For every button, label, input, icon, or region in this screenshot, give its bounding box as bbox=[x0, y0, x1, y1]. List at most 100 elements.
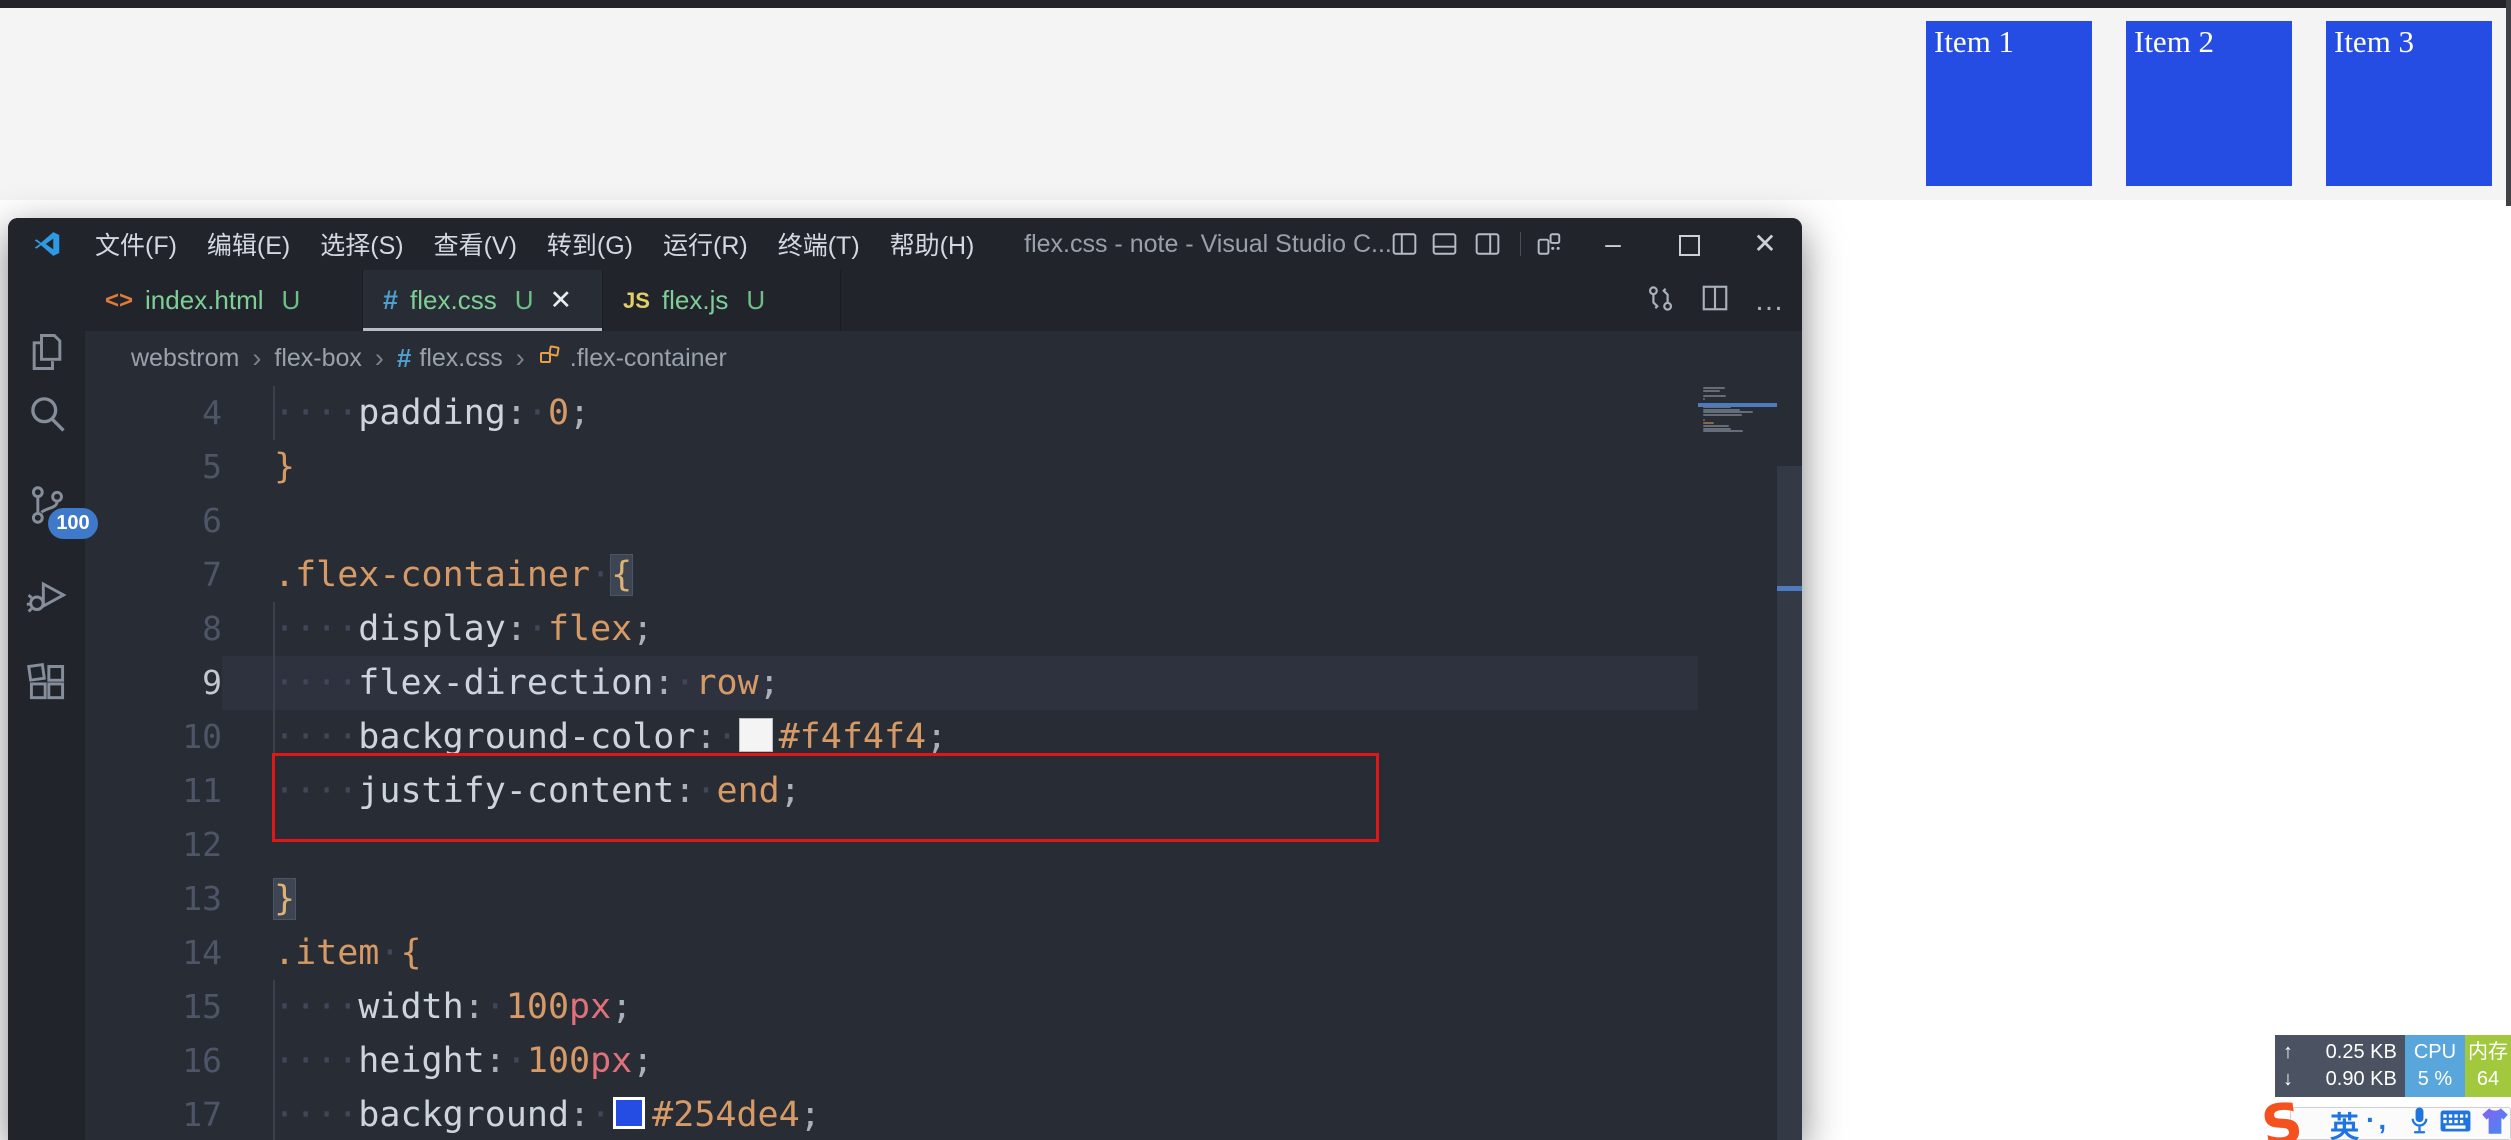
breadcrumb: webstrom › flex-box › # flex.css › .flex… bbox=[85, 331, 1802, 386]
line-text: ····height:·100px; bbox=[272, 1034, 654, 1088]
class-symbol-icon bbox=[538, 343, 562, 374]
tab-flex-js[interactable]: JS flex.js U bbox=[603, 270, 841, 331]
code-line-17[interactable]: 17 ····background:· #254de4; bbox=[85, 1088, 1698, 1140]
customize-layout-icon[interactable] bbox=[1536, 231, 1563, 257]
line-text: ····width:·100px; bbox=[272, 980, 632, 1034]
toggle-sidebar-icon[interactable] bbox=[1391, 231, 1418, 257]
flex-item-1: Item 1 bbox=[1926, 21, 2092, 186]
token: } bbox=[274, 447, 296, 487]
token: ; bbox=[632, 1041, 654, 1081]
breadcrumb-folder[interactable]: flex-box bbox=[274, 344, 362, 373]
token: row bbox=[695, 663, 759, 703]
flex-container-strip: Item 1 Item 2 Item 3 bbox=[0, 8, 2511, 200]
toggle-panel-icon[interactable] bbox=[1431, 231, 1458, 257]
search-icon[interactable] bbox=[25, 391, 69, 435]
minimap-line bbox=[1703, 422, 1714, 425]
titlebar-separator bbox=[1520, 232, 1521, 256]
menu-run[interactable]: 运行(R) bbox=[648, 226, 763, 262]
line-number: 17 bbox=[182, 1095, 222, 1134]
line-text: } bbox=[274, 440, 295, 494]
tab-bar: <> index.html U # flex.css U ✕ JS flex.j… bbox=[85, 270, 1802, 331]
overview-ruler-cursor-marker bbox=[1777, 586, 1802, 591]
token: · bbox=[590, 555, 612, 595]
menu-go[interactable]: 转到(G) bbox=[532, 226, 648, 262]
scm-changes-badge: 100 bbox=[48, 508, 98, 539]
line-number: 10 bbox=[182, 717, 222, 756]
open-changes-icon[interactable] bbox=[1645, 283, 1676, 319]
code-line-16[interactable]: 16 ····height:·100px; bbox=[85, 1034, 1698, 1088]
code-line-14[interactable]: 14 .item·{ bbox=[85, 926, 1698, 980]
ime-skin-icon[interactable] bbox=[2477, 1104, 2511, 1140]
flex-item-label: Item 1 bbox=[1934, 24, 2015, 59]
token: : bbox=[463, 987, 485, 1027]
more-actions-icon[interactable]: … bbox=[1754, 284, 1786, 318]
code-editor[interactable]: 4 ····padding:·0; 5} 6 7 .flex-container·{8 ··… bbox=[85, 386, 1802, 1140]
code-line-5[interactable]: 5} bbox=[85, 440, 1698, 494]
menu-help[interactable]: 帮助(H) bbox=[875, 226, 990, 262]
ime-language-toggle[interactable]: 英 bbox=[2330, 1104, 2359, 1140]
code-line-8[interactable]: 8 ····display:·flex; bbox=[85, 602, 1698, 656]
extensions-icon[interactable] bbox=[25, 661, 69, 705]
ime-punctuation-toggle[interactable]: ·, bbox=[2366, 1104, 2389, 1136]
tab-flex-css[interactable]: # flex.css U ✕ bbox=[363, 270, 603, 331]
menu-view[interactable]: 查看(V) bbox=[419, 226, 532, 262]
scrollbar[interactable] bbox=[1777, 386, 1802, 1140]
token: · bbox=[590, 1095, 612, 1135]
line-number: 15 bbox=[182, 987, 222, 1026]
code-line-15[interactable]: 15 ····width:·100px; bbox=[85, 980, 1698, 1034]
token: height bbox=[358, 1041, 485, 1081]
close-button[interactable]: ✕ bbox=[1740, 218, 1790, 270]
breadcrumb-separator: › bbox=[374, 343, 384, 373]
menu-edit[interactable]: 编辑(E) bbox=[192, 226, 305, 262]
token: ···· bbox=[274, 609, 359, 649]
menu-file[interactable]: 文件(F) bbox=[80, 226, 192, 262]
token: ···· bbox=[274, 393, 359, 433]
token: #f4f4f4 bbox=[778, 717, 927, 757]
line-text: ····display:·flex; bbox=[272, 602, 653, 656]
token: ···· bbox=[274, 1095, 359, 1135]
line-number: 5 bbox=[202, 447, 222, 486]
download-speed: 0.90 KB bbox=[2325, 1068, 2397, 1090]
code-line-6[interactable]: 6 bbox=[85, 494, 1698, 548]
line-number: 6 bbox=[202, 501, 222, 540]
token: padding bbox=[358, 393, 506, 433]
tab-index-html[interactable]: <> index.html U bbox=[85, 270, 363, 331]
upload-speed: 0.25 KB bbox=[2325, 1041, 2397, 1063]
minimap-line bbox=[1703, 408, 1741, 411]
menu-selection[interactable]: 选择(S) bbox=[305, 226, 418, 262]
toggle-secondary-sidebar-icon[interactable] bbox=[1474, 231, 1501, 257]
css-file-icon: # bbox=[396, 343, 412, 373]
breadcrumb-separator: › bbox=[515, 343, 525, 373]
token: ···· bbox=[274, 717, 359, 757]
breadcrumb-folder[interactable]: webstrom bbox=[131, 344, 239, 373]
minimize-button[interactable]: – bbox=[1588, 218, 1638, 270]
token: : bbox=[505, 609, 527, 649]
code-line-13[interactable]: 13} bbox=[85, 872, 1698, 926]
sogou-logo-icon[interactable]: S bbox=[2258, 1091, 2307, 1140]
minimap-line bbox=[1703, 414, 1742, 416]
menu-terminal[interactable]: 终端(T) bbox=[763, 226, 875, 262]
scrollbar-thumb[interactable] bbox=[1777, 466, 1802, 1140]
minimap[interactable] bbox=[1698, 386, 1777, 1140]
split-editor-icon[interactable] bbox=[1700, 283, 1730, 318]
token: px bbox=[569, 987, 612, 1027]
ime-microphone-icon[interactable] bbox=[2406, 1106, 2433, 1140]
code-line-7[interactable]: 7 .flex-container·{ bbox=[85, 548, 1698, 602]
vscode-logo-icon bbox=[32, 229, 62, 264]
memory-value: 64 bbox=[2476, 1068, 2500, 1090]
explorer-icon[interactable] bbox=[25, 330, 69, 374]
code-line-9[interactable]: 9 ····flex-direction:·row; bbox=[85, 656, 1698, 710]
run-debug-icon[interactable] bbox=[25, 573, 69, 617]
token: 0 bbox=[547, 393, 570, 433]
line-number: 7 bbox=[202, 555, 222, 594]
git-status-badge: U bbox=[746, 285, 766, 315]
breadcrumb-file[interactable]: flex.css bbox=[419, 344, 502, 373]
title-bar: 文件(F) 编辑(E) 选择(S) 查看(V) 转到(G) 运行(R) 终端(T… bbox=[8, 218, 1802, 270]
tab-close-icon[interactable]: ✕ bbox=[550, 285, 573, 316]
cpu-label: CPU bbox=[2413, 1041, 2457, 1063]
breadcrumb-symbol[interactable]: .flex-container bbox=[570, 344, 727, 373]
maximize-button[interactable] bbox=[1664, 218, 1714, 270]
code-line-4[interactable]: 4 ····padding:·0; bbox=[85, 386, 1698, 440]
ime-keyboard-icon[interactable] bbox=[2440, 1109, 2471, 1138]
cpu-panel: CPU 5 % bbox=[2404, 1035, 2466, 1097]
